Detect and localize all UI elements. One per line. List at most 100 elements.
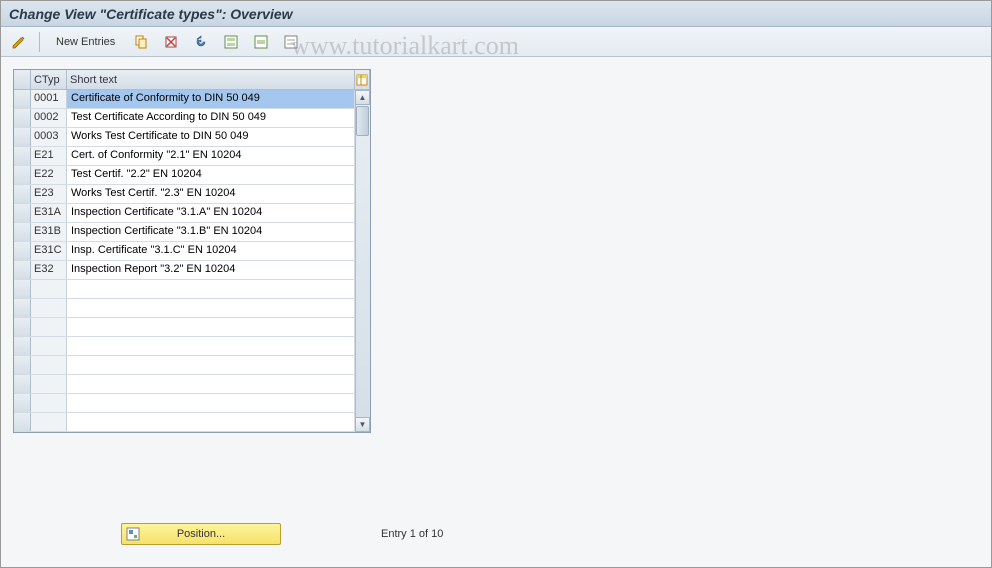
new-entries-button[interactable]: New Entries	[48, 31, 123, 53]
cell-short-text[interactable]: Inspection Certificate "3.1.B" EN 10204	[67, 223, 355, 241]
cell-short-text[interactable]: Cert. of Conformity "2.1" EN 10204	[67, 147, 355, 165]
undo-button[interactable]	[189, 31, 213, 53]
cell-ctyp[interactable]	[31, 394, 67, 412]
row-selector[interactable]	[14, 242, 31, 260]
row-selector[interactable]	[14, 375, 31, 393]
row-selector[interactable]	[14, 109, 31, 127]
grid-corner-cell[interactable]	[14, 70, 31, 89]
scroll-down-button[interactable]: ▼	[355, 417, 370, 432]
cell-ctyp[interactable]	[31, 299, 67, 317]
scroll-up-button[interactable]: ▲	[355, 90, 370, 105]
row-selector[interactable]	[14, 223, 31, 241]
cell-ctyp[interactable]: 0002	[31, 109, 67, 127]
row-selector[interactable]	[14, 90, 31, 108]
row-selector[interactable]	[14, 318, 31, 336]
cell-short-text[interactable]: Inspection Report "3.2" EN 10204	[67, 261, 355, 279]
cell-ctyp[interactable]: E31C	[31, 242, 67, 260]
column-header-short-text[interactable]: Short text	[67, 70, 355, 89]
cell-ctyp[interactable]: 0001	[31, 90, 67, 108]
row-selector[interactable]	[14, 261, 31, 279]
grid-scrollbar[interactable]: ▲ ▼	[355, 90, 370, 432]
row-selector[interactable]	[14, 166, 31, 184]
toolbar-separator	[39, 32, 40, 52]
table-row[interactable]	[14, 375, 370, 394]
row-selector[interactable]	[14, 128, 31, 146]
new-entries-label: New Entries	[56, 36, 115, 48]
row-selector[interactable]	[14, 356, 31, 374]
row-selector[interactable]	[14, 204, 31, 222]
table-row[interactable]: E31AInspection Certificate "3.1.A" EN 10…	[14, 204, 370, 223]
table-row[interactable]: E31BInspection Certificate "3.1.B" EN 10…	[14, 223, 370, 242]
grid-header: CTyp Short text	[14, 70, 370, 90]
table-row[interactable]	[14, 394, 370, 413]
cell-ctyp[interactable]: E31B	[31, 223, 67, 241]
cell-ctyp[interactable]	[31, 280, 67, 298]
cell-ctyp[interactable]	[31, 318, 67, 336]
table-row[interactable]: E22Test Certif. "2.2" EN 10204	[14, 166, 370, 185]
table-row[interactable]: E23Works Test Certif. "2.3" EN 10204	[14, 185, 370, 204]
copy-as-button[interactable]	[129, 31, 153, 53]
table-row[interactable]: 0002Test Certificate According to DIN 50…	[14, 109, 370, 128]
row-selector[interactable]	[14, 299, 31, 317]
table-row[interactable]	[14, 337, 370, 356]
select-all-button[interactable]	[219, 31, 243, 53]
table-row[interactable]: 0001Certificate of Conformity to DIN 50 …	[14, 90, 370, 109]
row-selector[interactable]	[14, 147, 31, 165]
cell-short-text[interactable]: Works Test Certif. "2.3" EN 10204	[67, 185, 355, 203]
cell-short-text[interactable]	[67, 375, 355, 393]
pencil-ruler-icon	[11, 34, 27, 50]
deselect-all-button[interactable]	[279, 31, 303, 53]
cell-ctyp[interactable]	[31, 356, 67, 374]
cell-ctyp[interactable]: E23	[31, 185, 67, 203]
row-selector[interactable]	[14, 337, 31, 355]
grid-configure-button[interactable]	[355, 70, 370, 89]
table-row[interactable]: E32Inspection Report "3.2" EN 10204	[14, 261, 370, 280]
cell-ctyp[interactable]: E32	[31, 261, 67, 279]
cell-short-text[interactable]: Inspection Certificate "3.1.A" EN 10204	[67, 204, 355, 222]
table-row[interactable]	[14, 318, 370, 337]
toggle-display-change-button[interactable]	[7, 31, 31, 53]
select-block-button[interactable]	[249, 31, 273, 53]
copy-icon	[133, 34, 149, 50]
row-selector[interactable]	[14, 280, 31, 298]
table-row[interactable]: E21Cert. of Conformity "2.1" EN 10204	[14, 147, 370, 166]
cell-short-text[interactable]: Test Certif. "2.2" EN 10204	[67, 166, 355, 184]
cell-ctyp[interactable]: E31A	[31, 204, 67, 222]
table-row[interactable]	[14, 280, 370, 299]
column-header-ctyp[interactable]: CTyp	[31, 70, 67, 89]
table-row[interactable]	[14, 356, 370, 375]
undo-icon	[193, 34, 209, 50]
cell-ctyp[interactable]: E21	[31, 147, 67, 165]
table-row[interactable]: 0003Works Test Certificate to DIN 50 049	[14, 128, 370, 147]
position-button[interactable]: Position...	[121, 523, 281, 545]
position-label: Position...	[177, 528, 225, 540]
cell-short-text[interactable]: Insp. Certificate "3.1.C" EN 10204	[67, 242, 355, 260]
cell-short-text[interactable]: Works Test Certificate to DIN 50 049	[67, 128, 355, 146]
cell-short-text[interactable]	[67, 318, 355, 336]
cell-ctyp[interactable]	[31, 413, 67, 431]
deselect-all-icon	[283, 34, 299, 50]
row-selector[interactable]	[14, 413, 31, 431]
cell-short-text[interactable]	[67, 280, 355, 298]
table-row[interactable]	[14, 299, 370, 318]
cell-short-text[interactable]	[67, 337, 355, 355]
cell-ctyp[interactable]	[31, 375, 67, 393]
scroll-thumb[interactable]	[356, 106, 369, 136]
row-selector[interactable]	[14, 394, 31, 412]
cell-ctyp[interactable]: 0003	[31, 128, 67, 146]
select-block-icon	[253, 34, 269, 50]
row-selector[interactable]	[14, 185, 31, 203]
delete-icon	[163, 34, 179, 50]
cell-ctyp[interactable]	[31, 337, 67, 355]
cell-short-text[interactable]	[67, 299, 355, 317]
cell-ctyp[interactable]: E22	[31, 166, 67, 184]
cell-short-text[interactable]	[67, 394, 355, 412]
entry-counter: Entry 1 of 10	[381, 528, 443, 540]
cell-short-text[interactable]: Certificate of Conformity to DIN 50 049	[67, 90, 355, 108]
cell-short-text[interactable]	[67, 413, 355, 431]
cell-short-text[interactable]	[67, 356, 355, 374]
delete-button[interactable]	[159, 31, 183, 53]
table-row[interactable]	[14, 413, 370, 432]
cell-short-text[interactable]: Test Certificate According to DIN 50 049	[67, 109, 355, 127]
table-row[interactable]: E31CInsp. Certificate "3.1.C" EN 10204	[14, 242, 370, 261]
